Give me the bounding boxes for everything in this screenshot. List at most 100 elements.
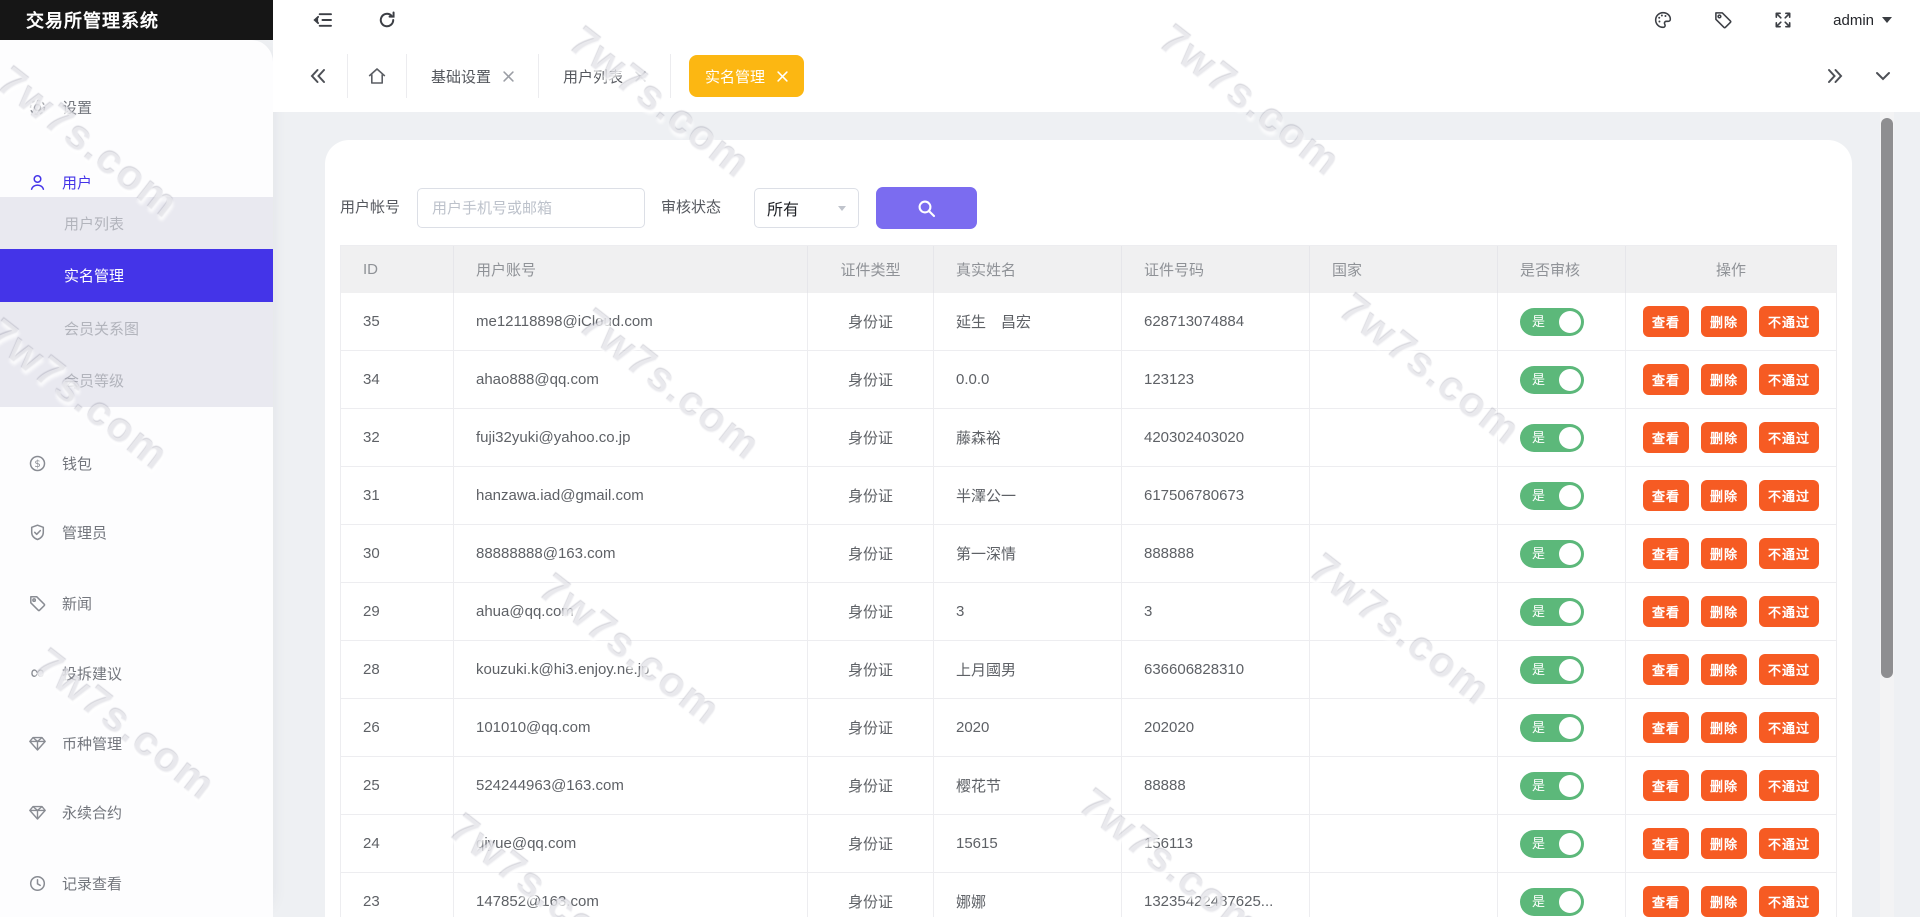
status-select[interactable]: 所有 [754,188,859,228]
audit-toggle-on[interactable]: 是 [1520,307,1584,336]
reject-button[interactable]: 不通过 [1759,306,1820,337]
cell-audited: 是 [1498,873,1626,917]
delete-button[interactable]: 删除 [1700,422,1747,453]
delete-button[interactable]: 删除 [1700,828,1747,859]
table-row: 28 kouzuki.k@hi3.enjoy.ne.jp 身份证 上月國男 63… [341,641,1836,699]
audit-toggle-on[interactable]: 是 [1520,829,1584,858]
refresh-icon[interactable] [377,10,397,30]
close-icon[interactable] [777,70,788,82]
reject-button[interactable]: 不通过 [1759,828,1820,859]
reject-button[interactable]: 不通过 [1759,422,1820,453]
sidebar-item-member-level[interactable]: 会员等级 [0,354,273,406]
account-search-input[interactable] [417,188,645,228]
cell-account: hanzawa.iad@gmail.com [454,467,808,524]
home-tab-icon[interactable] [366,65,388,87]
fullscreen-icon[interactable] [1773,10,1793,30]
delete-button[interactable]: 删除 [1700,364,1747,395]
view-button[interactable]: 查看 [1642,654,1689,685]
delete-button[interactable]: 删除 [1700,596,1747,627]
close-icon[interactable] [635,70,646,82]
sidebar-item-wallet[interactable]: $ 钱包 [0,443,273,483]
search-button[interactable] [876,187,977,229]
view-button[interactable]: 查看 [1642,596,1689,627]
sidebar-item-perpetual-contract[interactable]: 永续合约 [0,792,273,832]
reject-button[interactable]: 不通过 [1759,886,1820,917]
view-button[interactable]: 查看 [1642,538,1689,569]
tabs-menu-chevron-icon[interactable] [1872,65,1894,87]
delete-button[interactable]: 删除 [1700,654,1747,685]
tag-icon[interactable] [1713,10,1733,30]
sidebar-item-user-list[interactable]: 用户列表 [0,197,273,249]
audit-toggle-on[interactable]: 是 [1520,597,1584,626]
cell-audited: 是 [1498,293,1626,350]
sidebar-item-realname-management[interactable]: 实名管理 [0,249,273,302]
audit-toggle-on[interactable]: 是 [1520,423,1584,452]
cell-id-type: 身份证 [808,815,934,872]
delete-button[interactable]: 删除 [1700,538,1747,569]
sidebar-item-member-relation-graph[interactable]: 会员关系图 [0,302,273,354]
tabs-scroll-right-icon[interactable] [1824,65,1846,87]
cell-id-type: 身份证 [808,873,934,917]
cell-country [1310,351,1498,408]
delete-button[interactable]: 删除 [1700,886,1747,917]
view-button[interactable]: 查看 [1642,886,1689,917]
audit-toggle-on[interactable]: 是 [1520,887,1584,916]
reject-button[interactable]: 不通过 [1759,538,1820,569]
sidebar-item-records[interactable]: 记录查看 [0,863,273,903]
view-button[interactable]: 查看 [1642,770,1689,801]
sidebar-item-currency-management[interactable]: 币种管理 [0,723,273,763]
sidebar-submenu-user: 用户列表 实名管理 会员关系图 会员等级 [0,197,273,407]
delete-button[interactable]: 删除 [1700,770,1747,801]
toggle-knob [1559,774,1581,797]
user-menu[interactable]: admin [1833,12,1892,29]
audit-toggle-on[interactable]: 是 [1520,365,1584,394]
scrollbar-thumb[interactable] [1881,118,1893,678]
scrollbar-track [1880,112,1894,917]
sidebar-item-complaints[interactable]: ∞ 投拆建议 [0,653,273,693]
audit-toggle-on[interactable]: 是 [1520,771,1584,800]
cell-account: ahua@qq.com [454,583,808,640]
cell-id: 29 [341,583,454,640]
toggle-knob [1559,426,1581,449]
cell-country [1310,525,1498,582]
collapse-sidebar-icon[interactable] [313,10,333,30]
sidebar-item-settings[interactable]: 设置 [0,87,273,127]
reject-button[interactable]: 不通过 [1759,770,1820,801]
sidebar-item-admin[interactable]: 管理员 [0,512,273,552]
audit-toggle-on[interactable]: 是 [1520,713,1584,742]
table-header-row: ID 用户账号 证件类型 真实姓名 证件号码 国家 是否审核 操作 [341,246,1836,293]
theme-palette-icon[interactable] [1653,10,1673,30]
delete-button[interactable]: 删除 [1700,480,1747,511]
cell-id-number: 88888 [1122,757,1310,814]
view-button[interactable]: 查看 [1642,828,1689,859]
reject-button[interactable]: 不通过 [1759,364,1820,395]
reject-button[interactable]: 不通过 [1759,654,1820,685]
view-button[interactable]: 查看 [1642,306,1689,337]
cell-actions: 查看 删除 不通过 [1626,525,1836,582]
tab-realname-management[interactable]: 实名管理 [689,55,805,97]
sidebar-item-user[interactable]: 用户 [0,162,273,202]
view-button[interactable]: 查看 [1642,480,1689,511]
view-button[interactable]: 查看 [1642,712,1689,743]
toggle-label: 是 [1532,487,1546,503]
tabs-scroll-left-icon[interactable] [307,65,329,87]
tab-basic-settings[interactable]: 基础设置 [425,66,520,87]
table-row: 32 fuji32yuki@yahoo.co.jp 身份证 藤森裕 420302… [341,409,1836,467]
reject-button[interactable]: 不通过 [1759,480,1820,511]
cell-id-type: 身份证 [808,525,934,582]
reject-button[interactable]: 不通过 [1759,596,1820,627]
view-button[interactable]: 查看 [1642,364,1689,395]
audit-toggle-on[interactable]: 是 [1520,539,1584,568]
delete-button[interactable]: 删除 [1700,306,1747,337]
cell-actions: 查看 删除 不通过 [1626,641,1836,698]
audit-toggle-on[interactable]: 是 [1520,481,1584,510]
delete-button[interactable]: 删除 [1700,712,1747,743]
sidebar-item-news[interactable]: 新闻 [0,583,273,623]
audit-toggle-on[interactable]: 是 [1520,655,1584,684]
view-button[interactable]: 查看 [1642,422,1689,453]
cell-real-name: 半澤公一 [934,467,1122,524]
sidebar: 设置 用户 用户列表 实名管理 会员关系图 会员等级 $ 钱包 管理员 新闻 ∞… [0,40,273,917]
reject-button[interactable]: 不通过 [1759,712,1820,743]
tab-user-list[interactable]: 用户列表 [557,66,652,87]
close-icon[interactable] [503,70,514,82]
